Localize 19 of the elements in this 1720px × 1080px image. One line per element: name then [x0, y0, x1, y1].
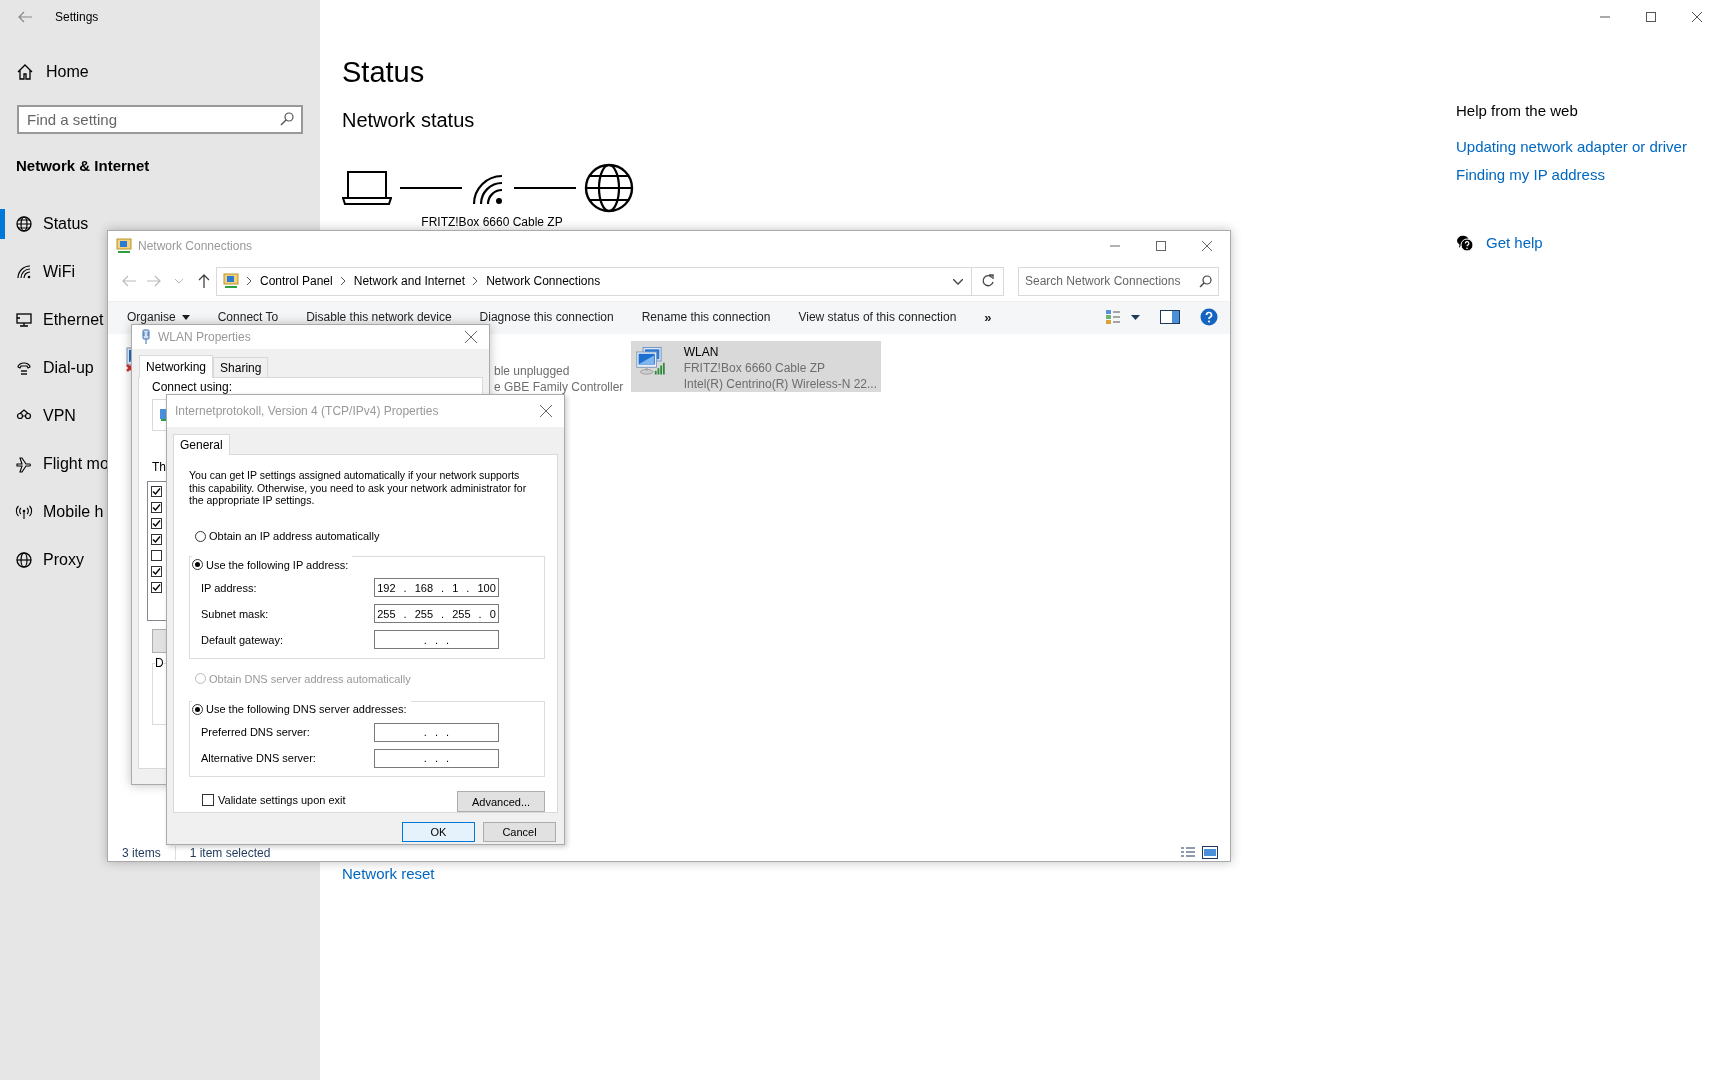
router-name: FRITZ!Box 6660 Cable ZP — [420, 215, 564, 229]
status-text: 3 items — [122, 846, 161, 860]
page-title: Status — [342, 55, 426, 90]
window-title: WLAN Properties — [158, 330, 251, 344]
section-heading: Network status — [342, 108, 476, 133]
intro-text: You can get IP settings assigned automatically if your network supports this capability. Otherwise, you need to ask your network administrator for the appropriate IP settings. — [189, 469, 528, 508]
window-title: Internetprotokoll, Version 4 (TCP/IPv4) Properties — [175, 404, 439, 418]
group-label: D — [155, 656, 164, 670]
app-title: Settings — [55, 10, 99, 24]
section-heading: Network & Internet — [15, 156, 151, 176]
status-text: 1 item selected — [189, 846, 271, 860]
field-label: Connect using: — [152, 379, 234, 395]
help-heading: Help from the web — [1456, 102, 1578, 120]
window-title: Network Connections — [138, 239, 253, 253]
field-label: IP address: — [201, 581, 257, 594]
field-label: Preferred DNS server: — [201, 726, 310, 738]
field-label: Subnet mask: — [201, 607, 269, 620]
field-label: Default gateway: — [201, 633, 283, 646]
field-label: Alternative DNS server: — [201, 752, 316, 764]
